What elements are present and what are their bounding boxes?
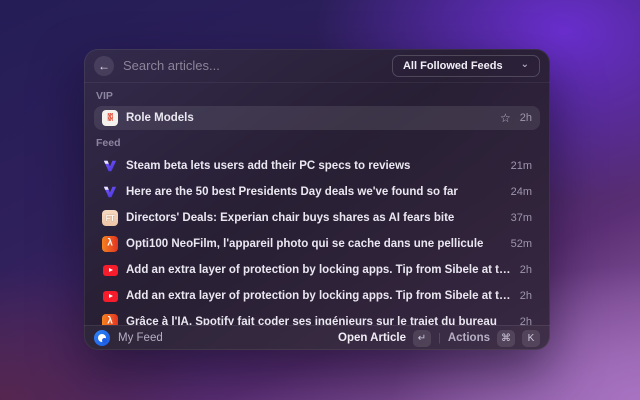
section-label-vip: VIP	[96, 90, 113, 102]
section-label-feed: Feed	[96, 137, 121, 149]
list-item-article[interactable]: Here are the 50 best Presidents Day deal…	[94, 179, 540, 205]
item-title: Opti100 NeoFilm, l'appareil photo qui se…	[126, 238, 484, 250]
enter-keycap: ↵	[412, 329, 431, 347]
item-title: Grâce à l'IA, Spotify fait coder ses ing…	[126, 316, 497, 325]
item-time: 2h	[519, 316, 532, 325]
chevron-down-icon: ⌄	[520, 58, 529, 70]
lambda-glyph: λ	[107, 315, 113, 325]
item-title: Steam beta lets users add their PC specs…	[126, 160, 411, 172]
search-input[interactable]	[123, 58, 383, 73]
item-title: Here are the 50 best Presidents Day deal…	[126, 186, 458, 198]
item-title: Add an extra layer of protection by lock…	[126, 290, 512, 302]
status-bar: My Feed Open Article ↵ | Actions ⌘ K	[84, 325, 550, 350]
list-item-article[interactable]: λ Grâce à l'IA, Spotify fait coder ses i…	[94, 309, 540, 325]
role-models-glyph: NM NM	[107, 112, 113, 123]
list-item-role-models[interactable]: NM NM Role Models ☆ 2h	[94, 106, 540, 130]
open-article-button[interactable]: Open Article	[338, 332, 406, 344]
cmd-keycap: ⌘	[497, 329, 515, 347]
command-palette-window: ← All Followed Feeds ⌄ VIP NM NM Role Mo…	[84, 49, 550, 350]
play-icon	[108, 268, 113, 272]
list-item-article[interactable]: λ Opti100 NeoFilm, l'appareil photo qui …	[94, 231, 540, 257]
item-time: 37m	[510, 212, 532, 224]
lesnumeriques-icon: λ	[102, 314, 118, 325]
feed-filter-label: All Followed Feeds	[402, 59, 503, 72]
list-item-article[interactable]: Steam beta lets users add their PC specs…	[94, 153, 540, 179]
item-title: Add an extra layer of protection by lock…	[126, 264, 512, 276]
source-label: My Feed	[118, 332, 163, 344]
search-bar: ← All Followed Feeds ⌄	[84, 49, 550, 83]
list-item-article[interactable]: Add an extra layer of protection by lock…	[94, 257, 540, 283]
my-feed-icon	[94, 330, 110, 346]
lambda-glyph: λ	[107, 237, 113, 249]
financial-times-icon: FT	[102, 210, 118, 226]
article-list: VIP NM NM Role Models ☆ 2h Feed Steam be…	[84, 83, 550, 325]
item-time: 2h	[519, 112, 532, 124]
verge-icon	[102, 184, 118, 200]
actions-button[interactable]: Actions	[448, 332, 490, 344]
arrow-left-icon: ←	[98, 58, 110, 73]
back-button[interactable]: ←	[94, 55, 114, 76]
youtube-icon	[102, 288, 118, 304]
item-time: 21m	[510, 160, 532, 172]
item-time: 52m	[510, 238, 532, 250]
play-icon	[108, 294, 113, 298]
star-outline-icon[interactable]: ☆	[500, 112, 511, 124]
k-keycap: K	[522, 329, 540, 347]
feed-filter-dropdown[interactable]: All Followed Feeds ⌄	[391, 54, 540, 77]
item-title: Role Models	[126, 112, 194, 124]
list-item-article[interactable]: Add an extra layer of protection by lock…	[94, 283, 540, 309]
verge-icon	[102, 158, 118, 174]
role-models-favicon: NM NM	[102, 110, 118, 126]
ft-glyph: FT	[105, 213, 115, 223]
item-title: Directors' Deals: Experian chair buys sh…	[126, 212, 455, 224]
item-time: 2h	[519, 290, 532, 302]
list-item-article[interactable]: FT Directors' Deals: Experian chair buys…	[94, 205, 540, 231]
lesnumeriques-icon: λ	[102, 236, 118, 252]
item-time: 2h	[519, 264, 532, 276]
item-time: 24m	[510, 186, 532, 198]
youtube-icon	[102, 262, 118, 278]
footer-divider: |	[437, 332, 441, 344]
